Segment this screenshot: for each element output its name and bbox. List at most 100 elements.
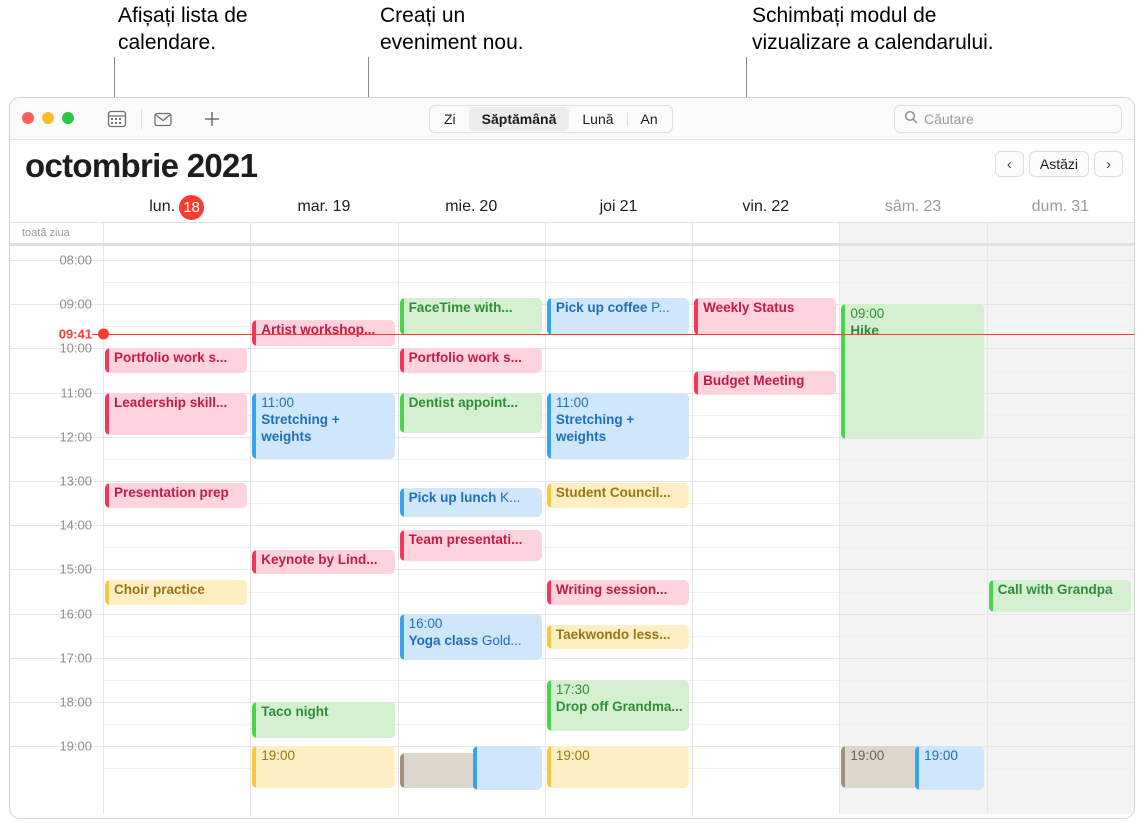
event-time: 16:00: [408, 615, 443, 631]
day-header-weekday: dum.: [1031, 198, 1068, 215]
calendar-event[interactable]: Portfolio work s...: [105, 348, 248, 373]
calendar-event[interactable]: Student Council...: [546, 483, 690, 508]
day-headers: lun. 18 mar. 19 mie. 20 joi 21 vin. 22 s…: [10, 192, 1134, 222]
calendar-event[interactable]: 11:00 Stretching + weights: [546, 392, 690, 460]
day-header-daynum: 19: [332, 198, 351, 215]
calendar-event[interactable]: 19:00: [546, 746, 690, 789]
calendar-event[interactable]: 17:30 Drop off Grandma...: [546, 679, 690, 731]
event-color-bar: [399, 487, 404, 517]
event-title: Budget Meeting: [703, 372, 805, 388]
event-color-bar: [105, 348, 109, 373]
day-header-sun[interactable]: dum. 31: [987, 192, 1134, 222]
event-title: Pick up lunch K...: [408, 489, 521, 505]
time-grid-scroll[interactable]: 08:00 09:00 10:00 11:00 12:00 13:00 14:00 15:00…: [10, 246, 1134, 814]
calendar-event[interactable]: 11:00 Stretching + weights: [252, 392, 395, 460]
day-header-fri[interactable]: vin. 22: [692, 192, 839, 222]
current-time-dot: [98, 328, 109, 340]
event-title: Writing session...: [555, 582, 668, 598]
inbox-icon[interactable]: [152, 108, 174, 135]
hour-label: 17:00: [59, 650, 92, 666]
calendar-event[interactable]: [473, 746, 542, 791]
today-button[interactable]: Astăzi: [1028, 151, 1089, 177]
all-day-cell-thu[interactable]: [544, 223, 692, 243]
view-mode-year[interactable]: An: [628, 107, 671, 131]
calendar-event[interactable]: Pick up coffee P...: [546, 297, 690, 336]
calendar-event[interactable]: Presentation prep: [105, 483, 248, 508]
calendar-event[interactable]: FaceTime with...: [399, 297, 542, 336]
calendar-event[interactable]: Keynote by Lind...: [252, 549, 395, 575]
current-time-label: 09:41: [58, 326, 92, 342]
event-title: Pick up coffee P...: [555, 299, 670, 315]
calendar-event[interactable]: Portfolio work s...: [399, 348, 542, 373]
minimize-button[interactable]: [42, 112, 54, 124]
all-day-cell-fri[interactable]: [692, 223, 839, 243]
all-day-cell-sat[interactable]: [839, 223, 987, 243]
calendar-event[interactable]: Team presentati...: [399, 529, 542, 561]
event-title: Choir practice: [114, 582, 205, 598]
hour-label: 13:00: [59, 473, 92, 489]
all-day-cell-mon[interactable]: [103, 223, 250, 243]
day-header-weekday: sâm.: [884, 198, 920, 215]
calendar-event[interactable]: Artist workshop...: [252, 319, 395, 347]
day-header-daynum: 21: [619, 198, 638, 215]
calendar-event[interactable]: Budget Meeting: [694, 370, 837, 396]
day-header-wed[interactable]: mie. 20: [398, 192, 545, 222]
event-color-bar: [546, 297, 551, 336]
event-title: Hike: [850, 323, 879, 339]
day-column-separator: [986, 246, 988, 814]
view-mode-day[interactable]: Zi: [431, 107, 469, 131]
day-header-tue[interactable]: mar. 19: [250, 192, 397, 222]
day-header-sat[interactable]: sâm. 23: [839, 192, 986, 222]
callout-new-event-text: Creați un eveniment nou.: [380, 4, 524, 54]
calendar-event[interactable]: Leadership skill...: [105, 392, 248, 435]
close-button[interactable]: [22, 112, 34, 124]
calendar-event[interactable]: Call with Grandpa: [988, 580, 1131, 612]
today-badge: 18: [179, 194, 205, 220]
all-day-cell-wed[interactable]: [397, 223, 545, 243]
all-day-cell-sun[interactable]: [986, 223, 1134, 243]
event-color-bar: [399, 529, 404, 561]
day-header-daynum: 20: [479, 198, 498, 215]
calendar-event[interactable]: Taekwondo less...: [546, 624, 690, 650]
event-color-bar: [841, 304, 846, 440]
event-color-bar: [546, 624, 551, 650]
event-time: 11:00: [555, 394, 589, 410]
event-time: 11:00: [261, 394, 295, 410]
calendar-event[interactable]: 16:00 Yoga class Gold...: [399, 613, 542, 661]
view-mode-segmented-control[interactable]: Zi Săptămână Lună An: [429, 105, 673, 133]
day-header-daynum: 22: [771, 198, 790, 215]
view-mode-week[interactable]: Săptămână: [468, 107, 570, 131]
all-day-cell-tue[interactable]: [250, 223, 397, 243]
calendar-event[interactable]: Pick up lunch K...: [399, 487, 542, 517]
zoom-button[interactable]: [62, 112, 74, 124]
event-color-bar: [399, 392, 404, 433]
calendar-event[interactable]: 19:00: [252, 746, 395, 789]
calendar-event[interactable]: Choir practice: [105, 580, 248, 605]
previous-week-button[interactable]: ‹: [994, 151, 1024, 177]
new-event-button[interactable]: [201, 108, 223, 135]
event-color-bar: [546, 580, 551, 605]
calendar-event[interactable]: 19:00: [915, 746, 984, 791]
calendar-event[interactable]: Writing session...: [546, 580, 690, 605]
day-header-weekday: joi: [599, 198, 616, 215]
calendar-event[interactable]: Dentist appoint...: [399, 392, 542, 433]
day-column-separator: [250, 246, 252, 814]
calendar-icon[interactable]: [106, 108, 128, 135]
event-color-bar: [546, 679, 551, 731]
event-title: Weekly Status: [703, 299, 795, 315]
day-column-separator: [397, 246, 399, 814]
search-field[interactable]: Căutare: [894, 105, 1122, 133]
day-header-thu[interactable]: joi 21: [545, 192, 692, 222]
calendar-event[interactable]: Taco night: [252, 702, 395, 738]
current-time-line: [103, 334, 1134, 336]
calendar-event[interactable]: 09:00 Hike: [841, 304, 984, 440]
hour-label: 16:00: [59, 606, 92, 622]
search-placeholder: Căutare: [924, 111, 974, 127]
event-color-bar: [252, 746, 257, 789]
window-toolbar: Zi Săptămână Lună An Căutare: [10, 98, 1134, 140]
day-header-mon[interactable]: lun. 18: [103, 192, 250, 222]
next-week-button[interactable]: ›: [1094, 151, 1123, 177]
calendar-event[interactable]: Weekly Status: [694, 297, 837, 336]
view-mode-month[interactable]: Lună: [569, 107, 626, 131]
event-time: 19:00: [261, 748, 296, 764]
